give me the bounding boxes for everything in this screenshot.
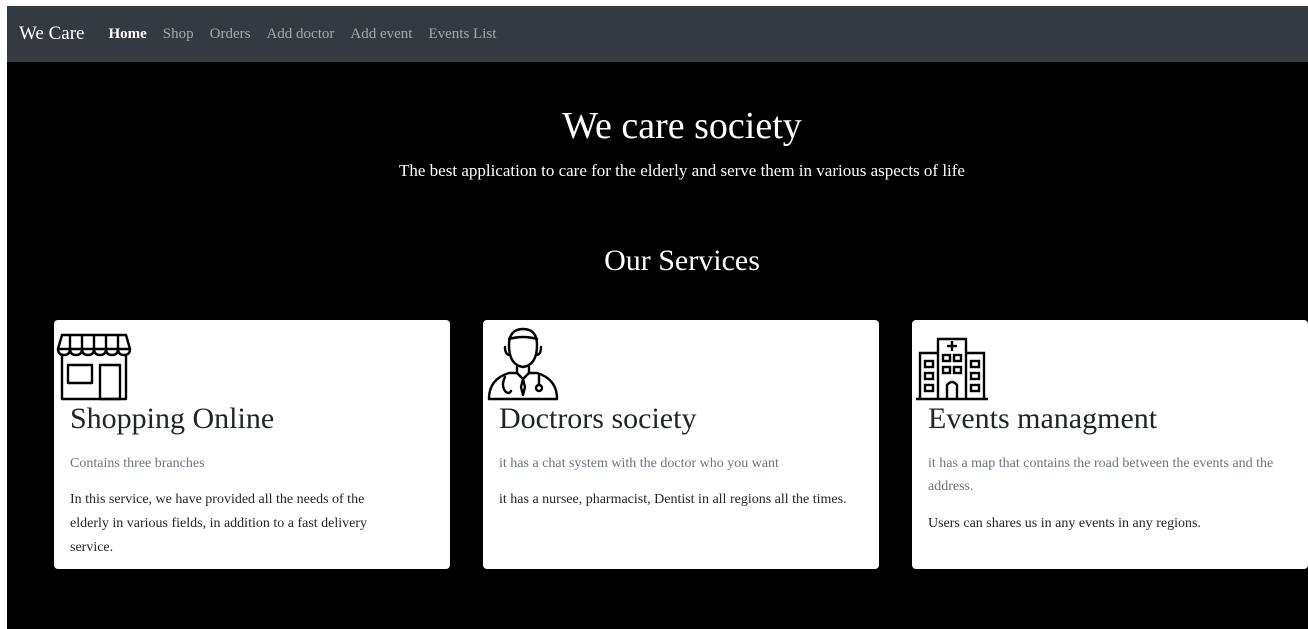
nav-links: Home Shop Orders Add doctor Add event Ev… [100,26,504,43]
service-card-events: Events managment it has a map that conta… [912,320,1308,569]
nav-link-add-event[interactable]: Add event [342,26,420,43]
nav-link-events-list[interactable]: Events List [420,26,504,43]
brand-link[interactable]: We Care [19,23,84,45]
nav-link-shop[interactable]: Shop [155,26,202,43]
card-text: In this service, we have provided all th… [70,492,368,555]
navbar: We Care Home Shop Orders Add doctor Add … [7,6,1308,62]
card-text: it has a nursee, pharmacist, Dentist in … [499,492,847,507]
service-card-doctors: Doctrors society it has a chat system wi… [483,320,879,569]
hero-subtitle: The best application to care for the eld… [399,161,965,180]
card-subtitle: it has a chat system with the doctor who… [499,456,779,471]
card-title: Events managment [928,402,1158,435]
services-title: Our Services [604,244,760,277]
store-icon [56,333,132,401]
hospital-building-icon [916,337,988,401]
card-subtitle: Contains three branches [70,456,205,471]
nav-link-orders[interactable]: Orders [202,26,259,43]
card-title: Shopping Online [70,402,275,435]
card-text: Users can shares us in any events in any… [928,516,1201,531]
card-title: Doctrors society [499,402,697,435]
card-subtitle: it has a map that contains the road betw… [928,456,1274,494]
left-border [0,0,7,629]
nav-link-add-doctor[interactable]: Add doctor [258,26,342,43]
doctor-icon [487,327,559,401]
hero-title: We care society [562,105,802,147]
service-card-shopping: Shopping Online Contains three branches … [54,320,450,569]
page: We Care Home Shop Orders Add doctor Add … [7,6,1308,629]
nav-link-home[interactable]: Home [100,26,154,43]
